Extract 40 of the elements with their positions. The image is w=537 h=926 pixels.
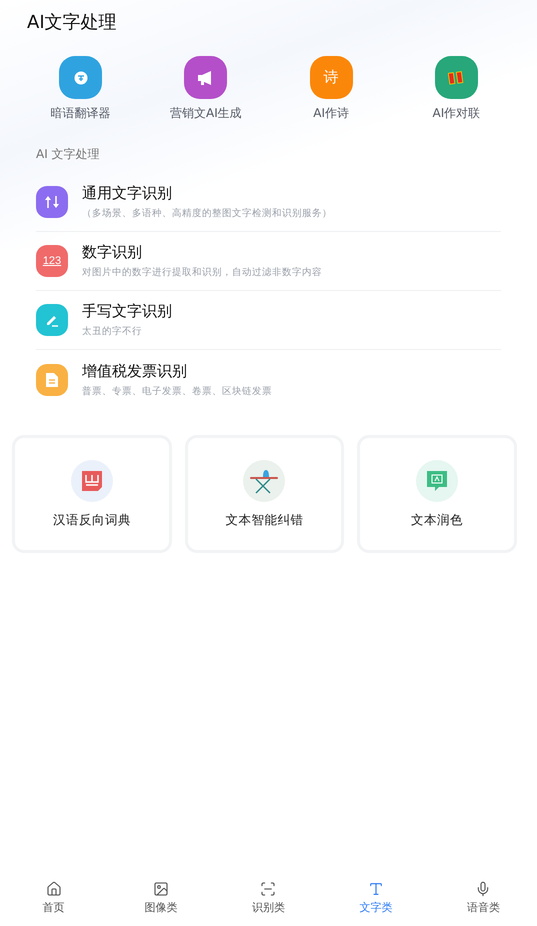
home-icon: [46, 881, 62, 897]
feature-description: 太丑的字不行: [82, 325, 143, 338]
section-title: AI 文字处理: [36, 146, 101, 163]
ironing-board-icon: [249, 468, 280, 494]
page-title: AI文字处理: [27, 11, 118, 34]
feature-description: 普票、专票、电子发票、卷票、区块链发票: [82, 384, 272, 398]
digits-glyph: 123: [42, 255, 62, 267]
message-icon: [427, 470, 448, 490]
feature-item[interactable]: 123 数字识别 对图片中的数字进行提取和识别，自动过滤非数字内容: [36, 232, 501, 291]
tool-card[interactable]: 文本智能纠错: [184, 435, 344, 553]
book-icon: [82, 470, 102, 490]
feature-description: （多场景、多语种、高精度的整图文字检测和识别服务）: [82, 207, 332, 220]
tool-card[interactable]: 汉语反向词典: [12, 435, 172, 553]
shortcut-button[interactable]: AI作对联: [394, 56, 519, 122]
feature-title: 增值税发票识别: [82, 362, 188, 380]
image-icon: [153, 881, 170, 897]
shortcut-button[interactable]: 暗语翻译器: [18, 56, 144, 122]
text-icon: [368, 881, 384, 897]
couplet-icon: [448, 70, 464, 84]
scan-icon: [260, 881, 276, 897]
feature-item[interactable]: 手写文字识别 太丑的字不行: [36, 291, 501, 350]
document-icon: [46, 372, 58, 386]
poem-glyph: 诗: [324, 68, 339, 87]
nav-tab[interactable]: 图像类: [107, 880, 215, 916]
shortcut-button[interactable]: 营销文AI生成: [143, 56, 268, 122]
feature-title: 数字识别: [82, 243, 143, 262]
feature-title: 手写文字识别: [82, 302, 172, 321]
nav-tab[interactable]: 语音类: [430, 880, 537, 916]
feature-title: 通用文字识别: [82, 184, 173, 203]
feature-description: 对图片中的数字进行提取和识别，自动过滤非数字内容: [82, 266, 322, 279]
arrows-icon: [45, 195, 59, 209]
feature-item[interactable]: 通用文字识别 （多场景、多语种、高精度的整图文字检测和识别服务）: [36, 173, 501, 232]
nav-tab[interactable]: 文字类: [322, 880, 430, 916]
shortcut-button[interactable]: 诗 AI作诗: [268, 56, 394, 122]
tool-card[interactable]: 文本润色: [357, 435, 517, 553]
translate-icon: [74, 70, 88, 84]
pen-icon: [45, 313, 59, 327]
feature-item[interactable]: 增值税发票识别 普票、专票、电子发票、卷票、区块链发票: [36, 350, 501, 409]
nav-tab[interactable]: 首页: [0, 880, 108, 916]
nav-tab[interactable]: 识别类: [214, 880, 322, 916]
